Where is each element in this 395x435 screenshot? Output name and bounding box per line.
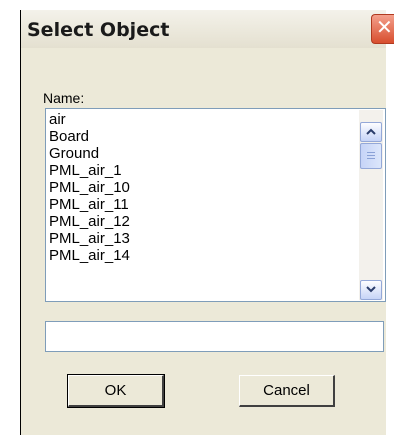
list-item[interactable]: Ground: [49, 145, 349, 162]
list-item[interactable]: PML_air_13: [49, 230, 349, 247]
list-item[interactable]: PML_air_12: [49, 213, 349, 230]
close-button[interactable]: ✕: [371, 14, 394, 44]
grip-line: [367, 152, 375, 153]
ok-button[interactable]: OK: [67, 374, 165, 408]
window-title: Select Object: [27, 19, 170, 41]
scroll-down-button[interactable]: [360, 280, 382, 300]
list-item[interactable]: PML_air_10: [49, 179, 349, 196]
list-item[interactable]: PML_air_1: [49, 162, 349, 179]
cancel-button[interactable]: Cancel: [239, 375, 335, 407]
grip-line: [367, 155, 375, 156]
grip-line: [367, 158, 375, 159]
close-icon: ✕: [376, 17, 393, 39]
chevron-up-icon: [366, 128, 376, 135]
list-item[interactable]: air: [49, 111, 349, 128]
select-object-dialog: Select Object ✕ Name: air Board Ground P…: [20, 10, 394, 435]
list-item[interactable]: PML_air_14: [49, 247, 349, 264]
title-bar[interactable]: Select Object ✕: [21, 10, 394, 48]
list-items: air Board Ground PML_air_1 PML_air_10 PM…: [49, 111, 349, 299]
scroll-thumb[interactable]: [360, 143, 382, 169]
object-name-field[interactable]: [45, 321, 384, 352]
scroll-up-button[interactable]: [360, 122, 382, 142]
list-item[interactable]: Board: [49, 128, 349, 145]
object-listbox[interactable]: air Board Ground PML_air_1 PML_air_10 PM…: [45, 108, 386, 302]
vertical-scrollbar[interactable]: [359, 110, 383, 300]
list-item[interactable]: PML_air_11: [49, 196, 349, 213]
chevron-down-icon: [366, 286, 376, 293]
name-label: Name:: [43, 90, 85, 106]
